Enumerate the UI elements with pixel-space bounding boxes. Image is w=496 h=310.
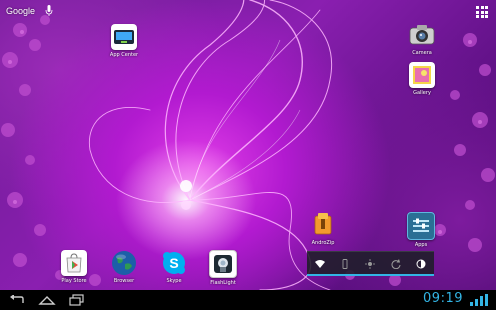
flashlight-shortcut[interactable]: FlashLight	[201, 250, 245, 286]
gallery-icon	[409, 62, 435, 88]
skype-shortcut[interactable]: S Skype	[152, 250, 196, 284]
svg-text:S: S	[169, 255, 178, 271]
apps-folder[interactable]: Apps	[399, 212, 443, 248]
clock[interactable]: 09:19	[423, 291, 463, 306]
sync-icon[interactable]	[386, 254, 406, 274]
gallery-label: Gallery	[413, 90, 431, 96]
auto-rotate-icon[interactable]	[411, 254, 431, 274]
play-store-label: Play Store	[61, 278, 87, 284]
app-center-shortcut[interactable]: App Center	[102, 24, 146, 58]
androzip-icon	[310, 212, 336, 238]
home-screen: Google App Center Camera Gallery AndroZi…	[0, 0, 496, 310]
google-search-label[interactable]: Google	[6, 6, 35, 16]
brightness-icon[interactable]	[360, 254, 380, 274]
microphone-icon[interactable]	[45, 5, 53, 17]
apps-folder-label: Apps	[414, 242, 428, 248]
gallery-shortcut[interactable]: Gallery	[400, 62, 444, 96]
flashlight-icon	[209, 250, 237, 278]
system-bar: 09:19	[0, 290, 496, 310]
recent-apps-icon[interactable]	[66, 292, 88, 308]
androzip-label: AndroZip	[311, 240, 335, 246]
quick-settings-bar	[307, 251, 434, 276]
browser-label: Browser	[113, 278, 135, 284]
wifi-icon[interactable]	[310, 254, 330, 274]
all-apps-icon[interactable]	[476, 6, 488, 18]
home-icon[interactable]	[36, 292, 58, 308]
signal-icon	[470, 294, 488, 306]
app-center-icon	[111, 24, 137, 50]
vibrate-icon[interactable]	[335, 254, 355, 274]
camera-label: Camera	[412, 50, 432, 56]
play-store-shortcut[interactable]: Play Store	[52, 250, 96, 284]
flashlight-label: FlashLight	[210, 280, 236, 286]
skype-label: Skype	[166, 278, 182, 284]
play-store-icon	[61, 250, 87, 276]
browser-shortcut[interactable]: Browser	[102, 250, 146, 284]
skype-icon: S	[161, 250, 187, 276]
app-center-label: App Center	[109, 52, 139, 58]
apps-folder-icon	[407, 212, 435, 240]
androzip-shortcut[interactable]: AndroZip	[301, 212, 345, 246]
camera-icon	[409, 22, 435, 48]
globe-icon	[111, 250, 137, 276]
quick-settings-indicator	[307, 274, 434, 276]
back-icon[interactable]	[6, 292, 28, 308]
search-bar[interactable]: Google	[6, 5, 53, 17]
camera-shortcut[interactable]: Camera	[400, 22, 444, 56]
